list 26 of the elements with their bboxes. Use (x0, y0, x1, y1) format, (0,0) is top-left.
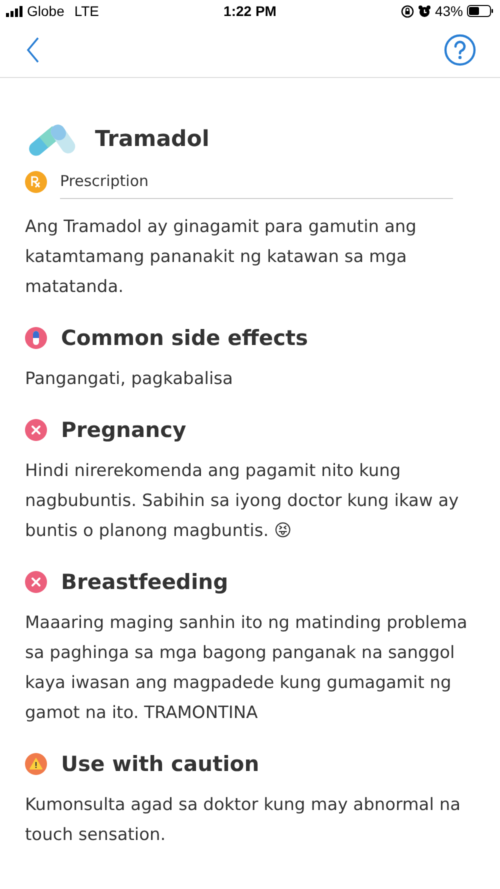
section-heading: Pregnancy (61, 418, 186, 442)
status-time: 1:22 PM (224, 3, 276, 19)
network-type: LTE (74, 3, 99, 19)
section-text: Maaaring maging sanhin ito ng matinding problema sa paghinga sa mga bagong panganak na sanggol kaya iwasan ang magpadede kung gumagamit ng gamot na ito. TRAMONTINA (25, 612, 468, 725)
section-heading: Breastfeeding (61, 570, 228, 594)
help-button[interactable] (444, 34, 476, 66)
section-heading: Common side effects (61, 326, 308, 350)
back-button[interactable] (26, 36, 40, 62)
signal-icon (6, 6, 23, 16)
alarm-icon (418, 4, 431, 18)
drug-name: Tramadol (95, 126, 210, 152)
section-heading: Use with caution (61, 752, 260, 776)
battery-icon (467, 5, 494, 17)
cross-icon (25, 571, 47, 593)
drug-type: Prescription (60, 166, 453, 198)
prescription-icon (25, 171, 47, 193)
rotation-lock-icon (400, 4, 414, 18)
drug-description: Ang Tramadol ay ginagamit para gamutin ang katamtamang pananakit ng katawan sa mga matatanda. (25, 216, 418, 299)
battery-percent: 43% (434, 3, 463, 19)
cross-icon (25, 419, 47, 441)
section-text: Hindi nirerekomenda ang pagamit nito kung nagbubuntis. Sabihin sa iyong doctor kung ikaw ay buntis o planong magbuntis. 😝 (25, 460, 460, 543)
warning-icon (25, 753, 47, 775)
pill-icon (25, 327, 47, 349)
section-text: Pangangati, pagkabalisa (25, 368, 234, 391)
section-text: Kumonsulta agad sa doktor kung may abnormal na touch sensation. (25, 794, 462, 847)
carrier-name: Globe (27, 3, 64, 19)
